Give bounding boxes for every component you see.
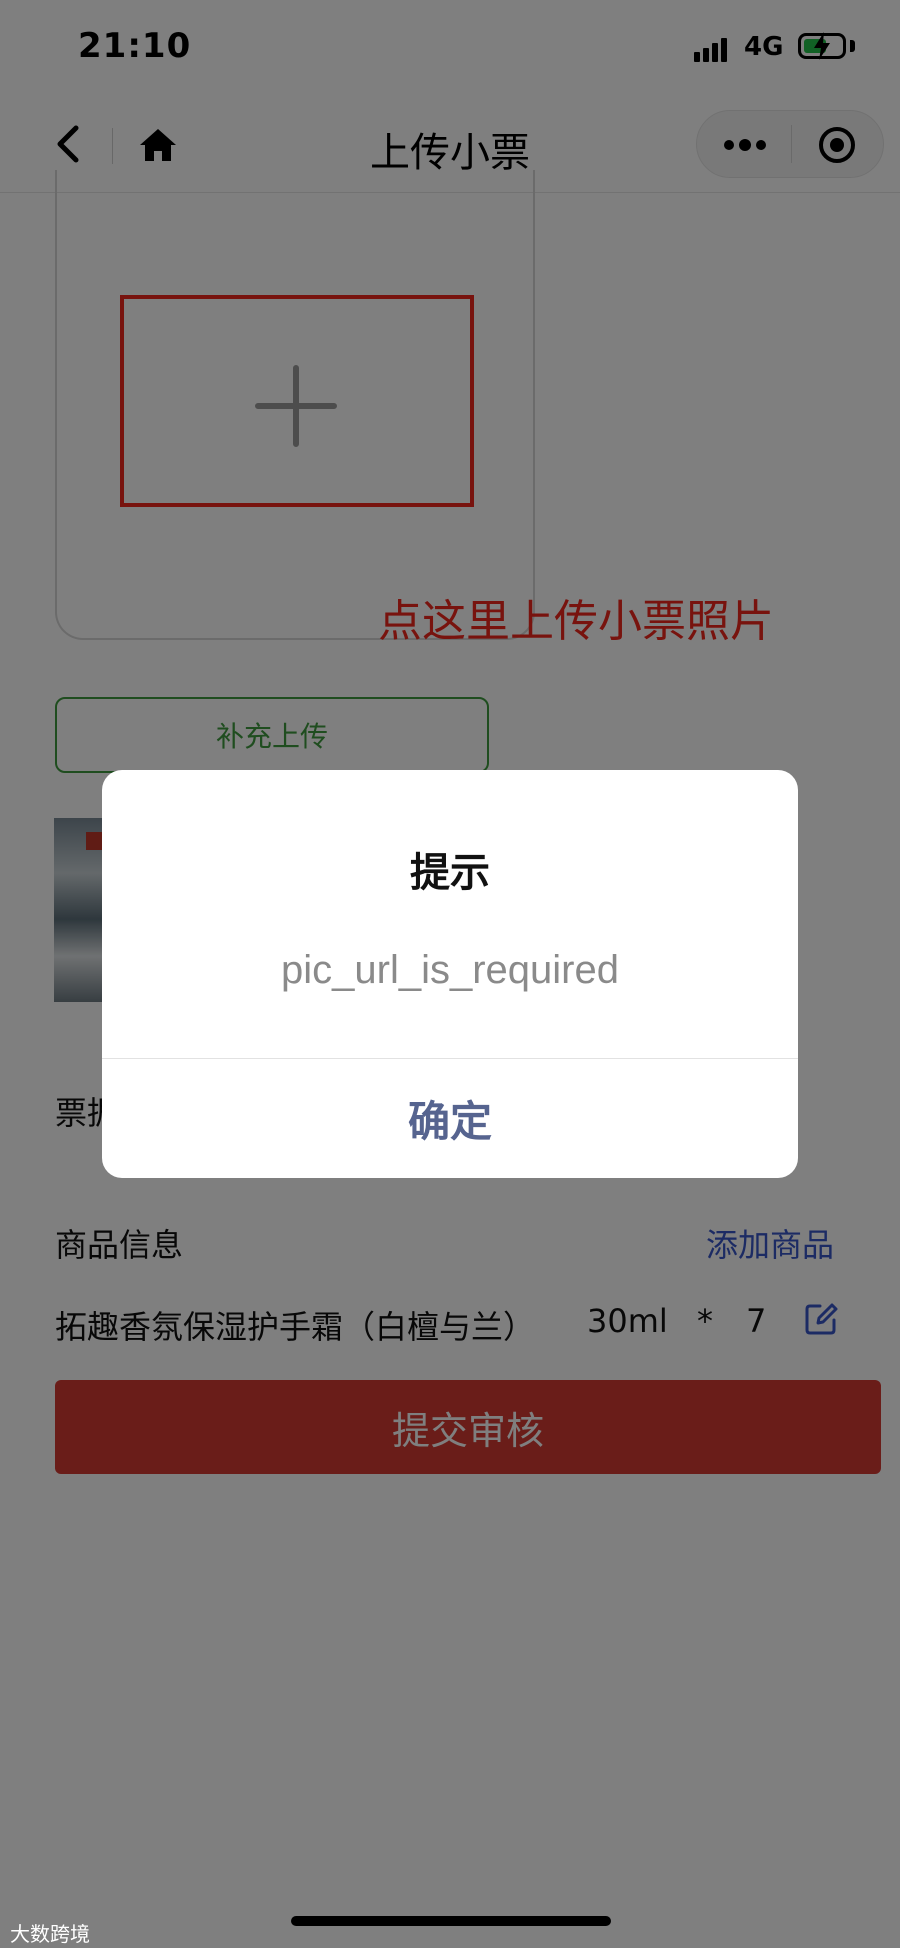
watermark: 大数跨境 [10, 1922, 90, 1946]
alert-dialog: 提示 pic_url_is_required 确定 [102, 770, 798, 1178]
home-indicator[interactable] [291, 1916, 611, 1926]
dialog-confirm-button[interactable]: 确定 [102, 1059, 798, 1178]
dialog-title: 提示 [410, 850, 490, 896]
dialog-message: pic_url_is_required [281, 948, 619, 992]
